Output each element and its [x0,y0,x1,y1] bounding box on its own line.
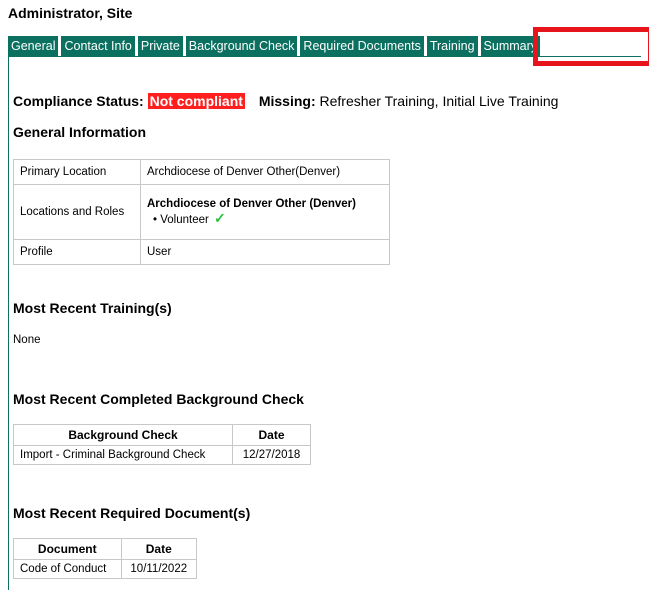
background-check-table: Background Check Date Import - Criminal … [12,424,311,465]
tab-private[interactable]: Private [137,36,183,56]
documents-section-title: Most Recent Required Document(s) [13,505,251,521]
missing-items: Refresher Training, Initial Live Trainin… [319,93,559,109]
general-information-title: General Information [13,124,147,140]
highlight-annotation-box [533,27,649,66]
column-header: Date [232,424,311,446]
table-row: Locations and Roles Archdiocese of Denve… [13,184,390,240]
role-label: • Volunteer [153,213,209,226]
background-check-section-title: Most Recent Completed Background Check [13,391,304,407]
location-name: Archdiocese of Denver Other (Denver) [147,197,356,210]
table-cell: Import - Criminal Background Check [12,445,234,465]
table-row: Code of Conduct 10/11/2022 [13,559,198,579]
tab-required-documents[interactable]: Required Documents [300,36,424,56]
table-row: Profile User [13,239,390,265]
checkmark-icon: ✓ [214,209,226,226]
missing-label: Missing: [258,93,316,109]
table-header-row: Document Date [13,538,198,560]
compliance-label: Compliance Status: [13,93,144,109]
primary-location-label: Primary Location [13,159,141,185]
table-cell: Code of Conduct [13,559,122,579]
training-value: None [13,334,41,346]
locations-roles-value: Archdiocese of Denver Other (Denver) • V… [140,184,390,240]
tab-summary[interactable]: Summary [480,36,541,56]
tab-background-check[interactable]: Background Check [185,36,298,56]
profile-value: User [140,239,390,265]
table-header-row: Background Check Date [12,424,311,446]
table-row: Primary Location Archdiocese of Denver O… [13,159,390,185]
tab-underline [8,56,641,57]
tab-training[interactable]: Training [426,36,478,56]
training-section-title: Most Recent Training(s) [13,300,172,316]
column-header: Date [120,538,198,560]
tab-general[interactable]: General [8,36,59,56]
tab-bar: General Contact Info Private Background … [8,36,541,56]
table-cell: 12/27/2018 [232,445,311,465]
column-header: Document [13,538,122,560]
column-header: Background Check [12,424,234,446]
general-information-table: Primary Location Archdiocese of Denver O… [13,159,390,265]
table-cell: 10/11/2022 [120,559,198,579]
content-left-border [8,56,9,590]
locations-roles-label: Locations and Roles [13,184,141,240]
status-badge: Not compliant [147,93,245,109]
compliance-status: Compliance Status: Not compliant Missing… [13,93,558,109]
primary-location-value: Archdiocese of Denver Other(Denver) [140,159,390,185]
table-row: Import - Criminal Background Check 12/27… [12,445,311,465]
tab-contact-info[interactable]: Contact Info [61,36,135,56]
role-item: • Volunteer ✓ [147,210,383,227]
page-title: Administrator, Site [8,5,133,21]
documents-table: Document Date Code of Conduct 10/11/2022 [13,538,198,579]
profile-label: Profile [13,239,141,265]
